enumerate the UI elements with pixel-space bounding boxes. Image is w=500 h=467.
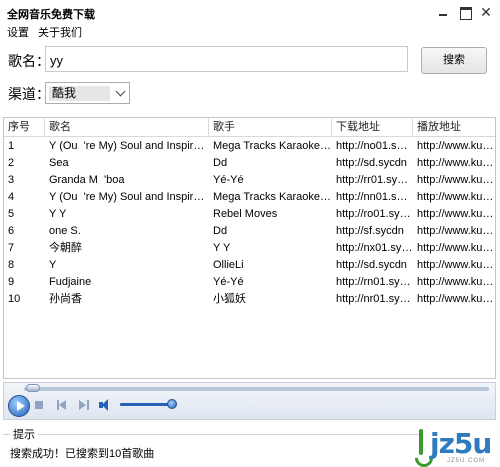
menu-item-about[interactable]: 关于我们 (38, 24, 82, 40)
cell-play-url: http://www.kuwo.cn (417, 157, 496, 169)
cell-play-url: http://www.kuwo.cn (417, 276, 496, 288)
cell-song: Sea (49, 157, 69, 169)
table-row[interactable]: 3 Granda M 'boa Yé-Yé http://rr01.sycdn … (4, 172, 495, 189)
cell-index: 4 (8, 191, 15, 203)
cell-index: 8 (8, 259, 15, 271)
column-header-index[interactable]: 序号 (4, 118, 45, 137)
column-header-song[interactable]: 歌名 (45, 118, 209, 137)
cell-play-url: http://www.kuwo.cn (417, 208, 496, 220)
cell-download-url: http://rr01.sycdn (336, 174, 413, 186)
cell-index: 10 (8, 293, 21, 305)
chevron-down-icon[interactable] (115, 86, 126, 97)
table-row[interactable]: 6 one S. Dd http://sf.sycdn http://www.k… (4, 223, 495, 240)
watermark-logo: jz5u JZ5U.COM (413, 427, 500, 467)
cell-artist: Mega Tracks Karaoke Band (213, 191, 332, 203)
song-name-label: 歌名： (8, 53, 50, 69)
cell-index: 9 (8, 276, 15, 288)
table-header: 序号 歌名 歌手 下载地址 播放地址 (4, 118, 495, 137)
cell-artist: Dd (213, 225, 228, 237)
song-name-input[interactable]: yy (45, 46, 408, 72)
cell-play-url: http://www.kuwo.cn (417, 293, 496, 305)
cell-artist: Yé-Yé (213, 276, 244, 288)
cell-song: 孙尚香 (49, 293, 82, 305)
cell-song: Y Y (49, 208, 67, 220)
table-row[interactable]: 8 Y OllieLi http://sd.sycdn http://www.k… (4, 257, 495, 274)
status-title: 提示 (10, 426, 38, 442)
seek-thumb[interactable] (26, 384, 40, 392)
title-bar: 全网音乐免费下载 ✕ (0, 0, 500, 22)
cell-download-url: http://nx01.sycdn (336, 242, 413, 254)
cell-artist: Mega Tracks Karaoke Band (213, 140, 332, 152)
table-row[interactable]: 5 Y Y Rebel Moves http://ro01.sycdn http… (4, 206, 495, 223)
cell-play-url: http://www.kuwo.cn (417, 225, 496, 237)
table-row[interactable]: 9 Fudjaine Yé-Yé http://rn01.sycdn http:… (4, 274, 495, 291)
status-message: 搜索成功！已搜索到10首歌曲 (10, 448, 155, 460)
cell-index: 2 (8, 157, 15, 169)
volume-slider[interactable] (120, 403, 172, 406)
cell-download-url: http://sd.sycdn (336, 259, 407, 271)
cell-song: Y (49, 259, 57, 271)
cell-play-url: http://www.kuwo.cn (417, 242, 496, 254)
results-table: 序号 歌名 歌手 下载地址 播放地址 1 Y (Ou 're My) Soul … (3, 117, 496, 379)
cell-play-url: http://www.kuwo.cn (417, 191, 496, 203)
cell-play-url: http://www.kuwo.cn (417, 259, 496, 271)
table-row[interactable]: 1 Y (Ou 're My) Soul and Inspiration Meg… (4, 138, 495, 155)
cell-song: Fudjaine (49, 276, 92, 288)
cell-index: 1 (8, 140, 15, 152)
cell-play-url: http://www.kuwo.cn (417, 174, 496, 186)
cell-download-url: http://nr01.sycdn (336, 293, 413, 305)
watermark-subtext: JZ5U.COM (447, 458, 485, 464)
cell-download-url: http://no01.sycdn (336, 140, 413, 152)
cell-song: Y (Ou 're My) Soul and Inspiration (49, 140, 209, 152)
cell-song: 今朝醉 (49, 242, 82, 254)
table-row[interactable]: 2 Sea Dd http://sd.sycdn http://www.kuwo… (4, 155, 495, 172)
stop-icon[interactable] (35, 401, 43, 409)
seek-bar[interactable] (24, 387, 489, 391)
table-row[interactable]: 7 今朝醉 Y Y http://nx01.sycdn http://www.k… (4, 240, 495, 257)
cell-download-url: http://rn01.sycdn (336, 276, 413, 288)
channel-select-value: 酷我 (49, 86, 110, 101)
menu-bar: 设置 关于我们 (0, 22, 500, 40)
close-icon[interactable]: ✕ (480, 5, 492, 19)
table-row[interactable]: 4 Y (Ou 're My) Soul and Inspiration Meg… (4, 189, 495, 206)
channel-select[interactable]: 酷我 (45, 82, 130, 104)
cell-download-url: http://sd.sycdn (336, 157, 407, 169)
search-button[interactable]: 搜索 (421, 47, 487, 74)
cell-play-url: http://www.kuwo.cn (417, 140, 496, 152)
cell-artist: Y Y (213, 242, 231, 254)
cell-artist: Yé-Yé (213, 174, 244, 186)
column-header-artist[interactable]: 歌手 (209, 118, 332, 137)
channel-label: 渠道： (8, 86, 50, 102)
volume-icon[interactable] (99, 399, 113, 411)
cell-artist: 小狐妖 (213, 293, 246, 305)
cell-download-url: http://sf.sycdn (336, 225, 404, 237)
menu-item-settings[interactable]: 设置 (7, 24, 29, 40)
cell-index: 5 (8, 208, 15, 220)
cell-artist: OllieLi (213, 259, 244, 271)
watermark-icon (415, 429, 429, 463)
cell-artist: Rebel Moves (213, 208, 278, 220)
volume-thumb[interactable] (167, 399, 177, 409)
cell-download-url: http://ro01.sycdn (336, 208, 413, 220)
column-header-play-url[interactable]: 播放地址 (413, 118, 495, 137)
maximize-icon[interactable] (459, 6, 472, 20)
column-header-download-url[interactable]: 下载地址 (332, 118, 413, 137)
play-icon[interactable] (8, 395, 30, 417)
next-icon[interactable] (79, 400, 89, 410)
cell-song: Granda M 'boa (49, 174, 125, 186)
previous-icon[interactable] (57, 400, 67, 410)
minimize-icon[interactable] (437, 6, 449, 18)
cell-download-url: http://nn01.sycdn (336, 191, 413, 203)
cell-song: one S. (49, 225, 81, 237)
media-player (3, 382, 496, 420)
cell-index: 3 (8, 174, 15, 186)
cell-index: 6 (8, 225, 15, 237)
cell-artist: Dd (213, 157, 228, 169)
table-row[interactable]: 10 孙尚香 小狐妖 http://nr01.sycdn http://www.… (4, 291, 495, 308)
window-title: 全网音乐免费下载 (7, 9, 95, 21)
watermark-text: jz5u (430, 427, 492, 460)
cell-index: 7 (8, 242, 15, 254)
cell-song: Y (Ou 're My) Soul and Inspiration (49, 191, 209, 203)
